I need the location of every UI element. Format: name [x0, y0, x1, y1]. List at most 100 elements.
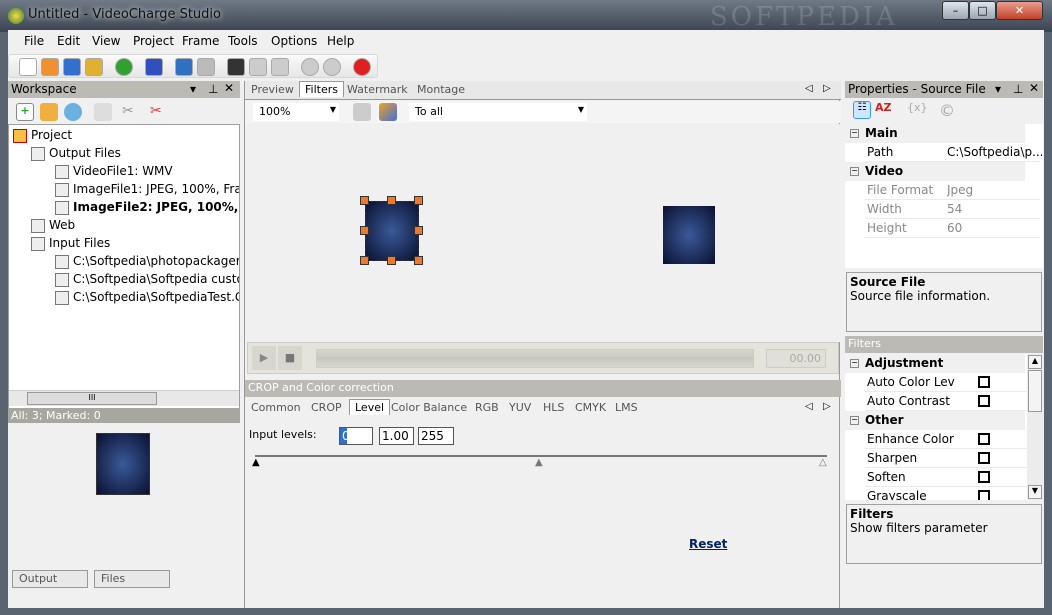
remove-icon[interactable]: ✂	[150, 103, 168, 121]
property-row[interactable]: Soften	[865, 468, 1040, 487]
resize-handle[interactable]	[387, 196, 396, 205]
scroll-thumb[interactable]: III	[27, 392, 157, 405]
level-black-input[interactable]: 0	[339, 427, 373, 445]
resize-handle[interactable]	[360, 226, 369, 235]
subtab-lms[interactable]: LMS	[615, 401, 638, 414]
dropdown-icon[interactable]: ▾	[190, 82, 196, 96]
sort-az-icon[interactable]: AZ	[875, 101, 893, 119]
level-gamma-input[interactable]: 1.00	[379, 427, 414, 445]
subtab-color-balance[interactable]: Color Balance	[391, 401, 467, 414]
subtab-crop[interactable]: CROP	[311, 401, 342, 414]
close-button[interactable]: ✕	[996, 1, 1043, 20]
level-white-input[interactable]: 255	[418, 427, 454, 445]
subtab-scroll-right[interactable]: ▷	[823, 401, 831, 412]
tab-scroll-right[interactable]: ▷	[823, 83, 831, 94]
subtab-yuv[interactable]: YUV	[509, 401, 531, 414]
resize-handle[interactable]	[414, 196, 423, 205]
collapse-icon[interactable]: −	[850, 167, 859, 176]
tab-filters[interactable]: Filters	[299, 81, 344, 97]
close-icon[interactable]: ✕	[1029, 81, 1039, 95]
categorized-icon[interactable]: ☷	[853, 101, 871, 119]
tree-item[interactable]: Input Files	[31, 236, 110, 251]
copy-icon[interactable]	[249, 58, 267, 76]
category-other[interactable]: − Other	[845, 411, 1025, 430]
black-point-handle[interactable]: ▲	[252, 457, 260, 468]
tree-item[interactable]: Web	[31, 218, 75, 233]
resize-handle[interactable]	[387, 256, 396, 265]
subtab-level[interactable]: Level	[349, 399, 391, 415]
subtab-rgb[interactable]: RGB	[475, 401, 499, 414]
copyright-icon[interactable]: ©	[939, 101, 957, 120]
tree-item[interactable]: C:\Softpedia\photopackager\html	[55, 254, 239, 269]
save-all-icon[interactable]	[85, 58, 103, 76]
filter-checkbox[interactable]	[978, 490, 990, 500]
dropdown-icon[interactable]: ▾	[995, 82, 1001, 96]
close-icon[interactable]: ✕	[224, 81, 234, 95]
scroll-down-icon[interactable]: ▼	[1028, 485, 1042, 499]
stop-icon[interactable]	[353, 58, 371, 76]
subtab-cmyk[interactable]: CMYK	[575, 401, 606, 414]
pin-icon[interactable]: ⊥	[208, 82, 218, 96]
resize-handle[interactable]	[414, 256, 423, 265]
stop-button[interactable]: ■	[278, 346, 302, 370]
menu-project[interactable]: Project	[133, 34, 174, 48]
edit-icon[interactable]	[94, 103, 112, 121]
property-row[interactable]: Auto Contrast	[865, 392, 1040, 411]
folder-icon[interactable]	[353, 103, 371, 121]
gamma-handle[interactable]: ▲	[535, 457, 543, 468]
run-icon[interactable]	[115, 58, 133, 76]
filter-checkbox[interactable]	[978, 395, 990, 407]
property-row[interactable]: Width 54	[865, 200, 1040, 219]
category-video[interactable]: − Video	[845, 162, 1025, 181]
scroll-thumb[interactable]	[1028, 370, 1042, 412]
category-main[interactable]: − Main	[845, 124, 1025, 143]
add-file-icon[interactable]: +	[16, 103, 34, 121]
tree-item[interactable]: Project	[13, 128, 72, 143]
cut-icon[interactable]	[227, 58, 245, 76]
menu-edit[interactable]: Edit	[57, 34, 80, 48]
tree-item[interactable]: C:\Softpedia\SoftpediaTest.Gif	[55, 290, 239, 305]
menu-view[interactable]: View	[92, 34, 120, 48]
white-point-handle[interactable]: △	[819, 457, 827, 468]
tree-item[interactable]: C:\Softpedia\Softpedia custom wallpaper	[55, 272, 239, 287]
layers-icon[interactable]	[379, 103, 397, 121]
open-icon[interactable]	[41, 58, 59, 76]
property-row[interactable]: Path C:\Softpedia\p...	[865, 143, 1042, 162]
add-web-icon[interactable]	[64, 103, 82, 121]
expression-icon[interactable]: {x}	[907, 101, 928, 119]
pin-icon[interactable]: ⊥	[1013, 82, 1023, 96]
property-row[interactable]: Sharpen	[865, 449, 1040, 468]
timeline-slider[interactable]	[316, 349, 754, 368]
menu-file[interactable]: File	[24, 34, 44, 48]
tab-montage[interactable]: Montage	[417, 83, 465, 96]
undo-icon[interactable]	[175, 58, 193, 76]
apply-select[interactable]: To all ▼	[409, 103, 587, 121]
filter-checkbox[interactable]	[978, 433, 990, 445]
minimize-button[interactable]: –	[942, 1, 969, 20]
reset-link[interactable]: Reset	[689, 537, 727, 551]
add-icon[interactable]	[301, 58, 319, 76]
menu-tools[interactable]: Tools	[228, 34, 258, 48]
resize-handle[interactable]	[414, 226, 423, 235]
tab-scroll-left[interactable]: ◁	[805, 83, 813, 94]
add-folder-icon[interactable]	[40, 103, 58, 121]
tab-files[interactable]: Files	[94, 570, 170, 588]
split-icon[interactable]: ✂	[122, 103, 140, 121]
resize-handle[interactable]	[360, 196, 369, 205]
filter-checkbox[interactable]	[978, 452, 990, 464]
collapse-icon[interactable]: −	[850, 129, 859, 138]
collapse-icon[interactable]: −	[850, 416, 859, 425]
category-adjustment[interactable]: − Adjustment	[845, 354, 1025, 373]
filter-checkbox[interactable]	[978, 376, 990, 388]
horizontal-scrollbar[interactable]: III	[9, 390, 239, 406]
remove-icon[interactable]	[323, 58, 341, 76]
subtab-scroll-left[interactable]: ◁	[805, 401, 813, 412]
collapse-icon[interactable]: −	[850, 359, 859, 368]
play-button[interactable]: ▶	[252, 346, 276, 370]
tree-item[interactable]: VideoFile1: WMV	[55, 164, 173, 179]
save-icon[interactable]	[63, 58, 81, 76]
new-icon[interactable]	[19, 58, 37, 76]
tab-output[interactable]: Output	[12, 570, 88, 588]
property-row[interactable]: Grayscale	[865, 487, 1040, 500]
filter-checkbox[interactable]	[978, 471, 990, 483]
